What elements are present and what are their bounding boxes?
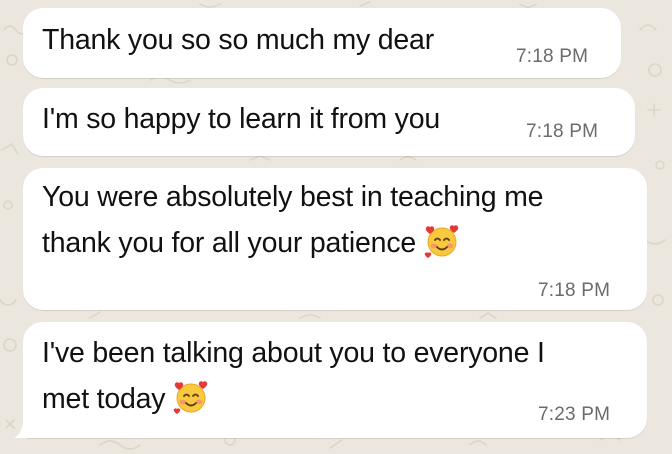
message-bubble[interactable]: You were absolutely best in teaching me … [23, 168, 647, 310]
message-timestamp: 7:18 PM [526, 121, 599, 142]
message-bubble[interactable]: Thank you so so much my dear 7:18 PM [23, 8, 621, 78]
bubble-tail [14, 418, 36, 438]
message-text-line-2-content: thank you for all your patience [42, 227, 417, 259]
message-timestamp: 7:18 PM [538, 280, 611, 301]
chat-thread: Thank you so so much my dear 7:18 PM I'm… [0, 0, 672, 454]
message-text-line-2: met today [42, 378, 209, 421]
message-text: I'm so happy to learn it from you [42, 103, 441, 135]
smiling-face-with-hearts-icon [424, 225, 459, 258]
message-bubble[interactable]: I've been talking about you to everyone … [23, 322, 647, 438]
message-bubble[interactable]: I'm so happy to learn it from you 7:18 P… [23, 88, 635, 156]
message-text-line-2-content: met today [42, 383, 166, 415]
message-timestamp: 7:23 PM [538, 404, 611, 425]
message-text-line-1: You were absolutely best in teaching me [42, 181, 544, 213]
smiling-face-with-hearts-icon [174, 381, 208, 414]
message-text-line-1: I've been talking about you to everyone … [42, 337, 545, 369]
message-timestamp: 7:18 PM [516, 46, 589, 67]
message-text: Thank you so so much my dear [42, 24, 434, 56]
message-text-line-2: thank you for all your patience [42, 222, 460, 265]
